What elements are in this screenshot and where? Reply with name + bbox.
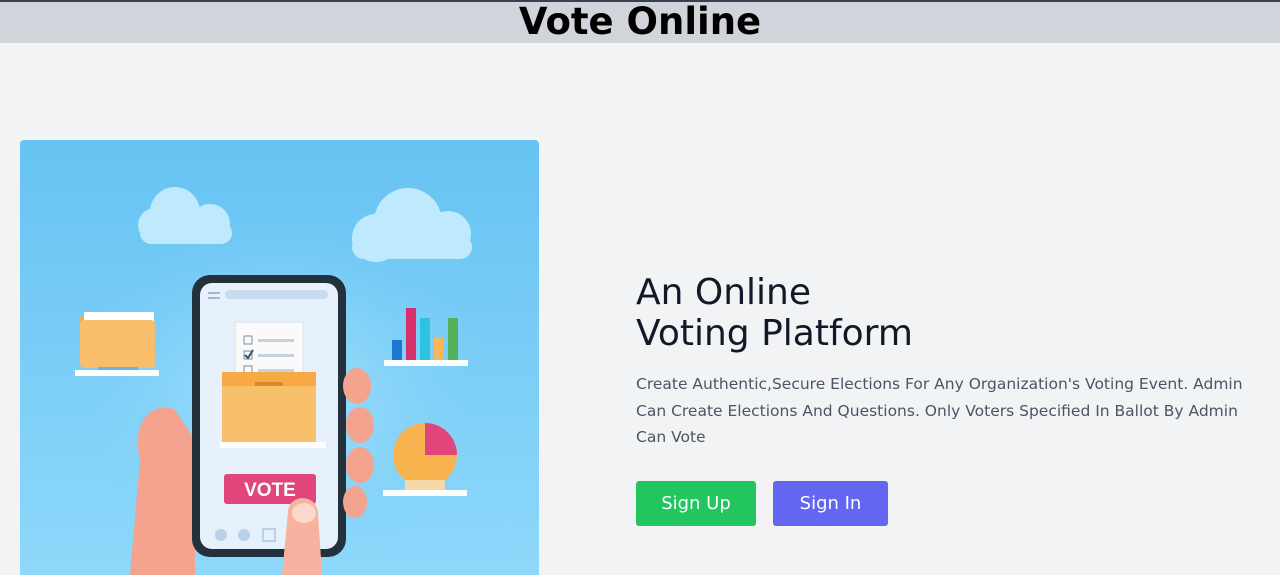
hero-headline-line-2: Voting Platform	[636, 313, 913, 354]
voting-illustration: VOTE	[20, 140, 539, 575]
folder-icon	[75, 312, 159, 376]
sign-in-button[interactable]: Sign In	[773, 481, 888, 526]
top-header-bar: Vote Online	[0, 0, 1280, 43]
hero-description: Create Authentic,Secure Elections For An…	[636, 375, 1243, 446]
site-title: Vote Online	[518, 0, 762, 43]
sign-up-button[interactable]: Sign Up	[636, 481, 756, 526]
hero-headline: An Online Voting Platform	[636, 272, 913, 354]
ballot-box-icon	[222, 321, 316, 442]
vote-button-label: VOTE	[244, 480, 296, 501]
hero-headline-line-1: An Online	[636, 272, 812, 313]
